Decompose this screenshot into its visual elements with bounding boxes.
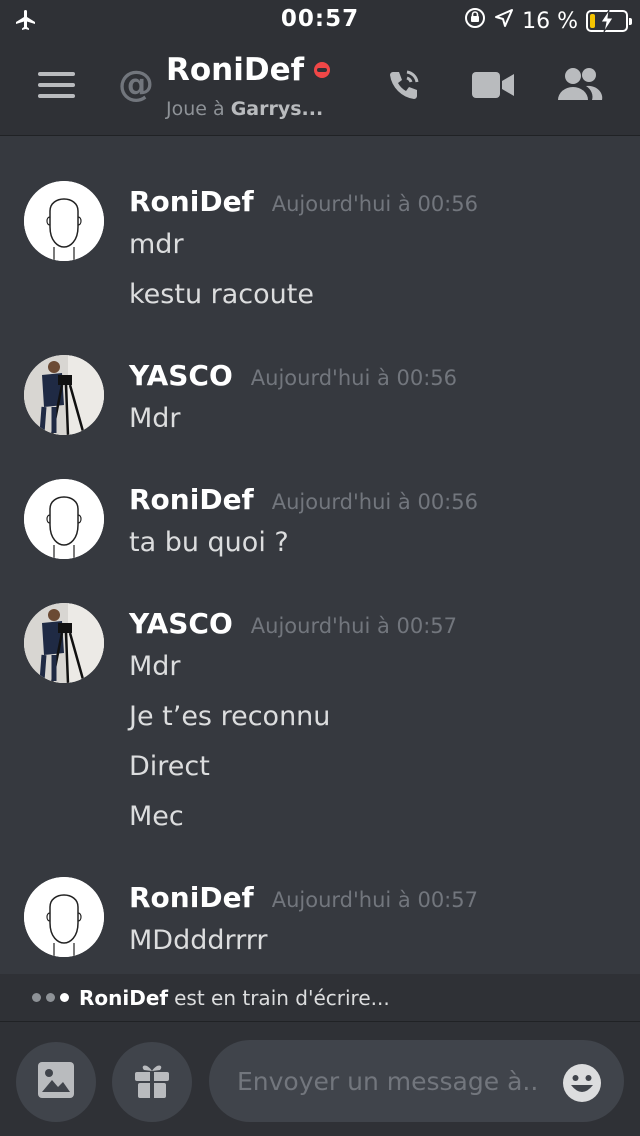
rotation-lock-icon — [464, 7, 486, 35]
attach-image-button[interactable] — [16, 1042, 96, 1122]
battery-percent: 16 % — [522, 8, 578, 34]
typing-indicator: RoniDef est en train d'écrire... — [0, 974, 640, 1021]
avatar[interactable] — [24, 603, 104, 683]
message-timestamp: Aujourd'hui à 00:57 — [250, 614, 458, 638]
message-header: RoniDef Aujourd'hui à 00:57 — [129, 881, 478, 914]
message-text[interactable]: Mdr — [129, 651, 181, 682]
menu-icon[interactable] — [38, 72, 75, 100]
gift-button[interactable] — [112, 1042, 192, 1122]
status-right: 16 % — [464, 7, 632, 35]
message-author[interactable]: RoniDef — [129, 185, 254, 218]
battery-fill — [590, 14, 595, 28]
status-bar: 00:57 16 % — [0, 0, 640, 40]
message-text[interactable]: ta bu quoi ? — [129, 527, 289, 558]
message-author[interactable]: RoniDef — [129, 483, 254, 516]
typing-text: est en train d'écrire... — [174, 985, 390, 1010]
message-timestamp: Aujourd'hui à 00:57 — [271, 888, 478, 912]
message-header: YASCO Aujourd'hui à 00:57 — [129, 607, 457, 640]
dm-username: RoniDef — [166, 52, 305, 88]
message-text[interactable]: MDdddrrrr — [129, 925, 267, 956]
message-composer — [0, 1021, 640, 1136]
message-text[interactable]: kestu racoute — [129, 279, 314, 310]
video-camera-icon[interactable] — [472, 70, 514, 104]
channel-header: @ RoniDef Joue à Garrys... — [0, 40, 640, 136]
emoji-icon[interactable] — [562, 1063, 602, 1107]
typing-user: RoniDef — [79, 985, 169, 1010]
message-text[interactable]: Mdr — [129, 403, 181, 434]
members-icon[interactable] — [556, 66, 604, 106]
message-text[interactable]: Je t’es reconnu — [129, 701, 330, 732]
message-text[interactable]: Mec — [129, 801, 184, 832]
message-timestamp: Aujourd'hui à 00:56 — [271, 490, 478, 514]
message-author[interactable]: YASCO — [129, 607, 233, 640]
avatar[interactable] — [24, 479, 104, 559]
phone-call-icon[interactable] — [383, 66, 423, 110]
message-header: RoniDef Aujourd'hui à 00:56 — [129, 185, 478, 218]
typing-dots-icon — [32, 993, 69, 1002]
message-author[interactable]: YASCO — [129, 359, 233, 392]
message-text[interactable]: mdr — [129, 229, 184, 260]
discord-dm-screen: 00:57 16 % @ RoniDef Joue à Garrys... Ro… — [0, 0, 640, 1136]
dnd-status-icon — [314, 62, 331, 78]
message-author[interactable]: RoniDef — [129, 881, 254, 914]
activity-game: Garrys... — [230, 98, 324, 120]
at-icon: @ — [118, 64, 154, 105]
gift-icon — [132, 1060, 172, 1104]
image-icon — [36, 1060, 76, 1104]
dm-title[interactable]: RoniDef — [166, 52, 331, 88]
message-text[interactable]: Direct — [129, 751, 210, 782]
activity-status: Joue à Garrys... — [166, 98, 324, 120]
message-timestamp: Aujourd'hui à 00:56 — [271, 192, 478, 216]
message-timestamp: Aujourd'hui à 00:56 — [250, 366, 458, 390]
message-header: YASCO Aujourd'hui à 00:56 — [129, 359, 457, 392]
message-header: RoniDef Aujourd'hui à 00:56 — [129, 483, 478, 516]
avatar[interactable] — [24, 181, 104, 261]
battery-charging-icon — [586, 10, 632, 32]
avatar[interactable] — [24, 355, 104, 435]
location-arrow-icon — [494, 8, 514, 34]
avatar[interactable] — [24, 877, 104, 957]
